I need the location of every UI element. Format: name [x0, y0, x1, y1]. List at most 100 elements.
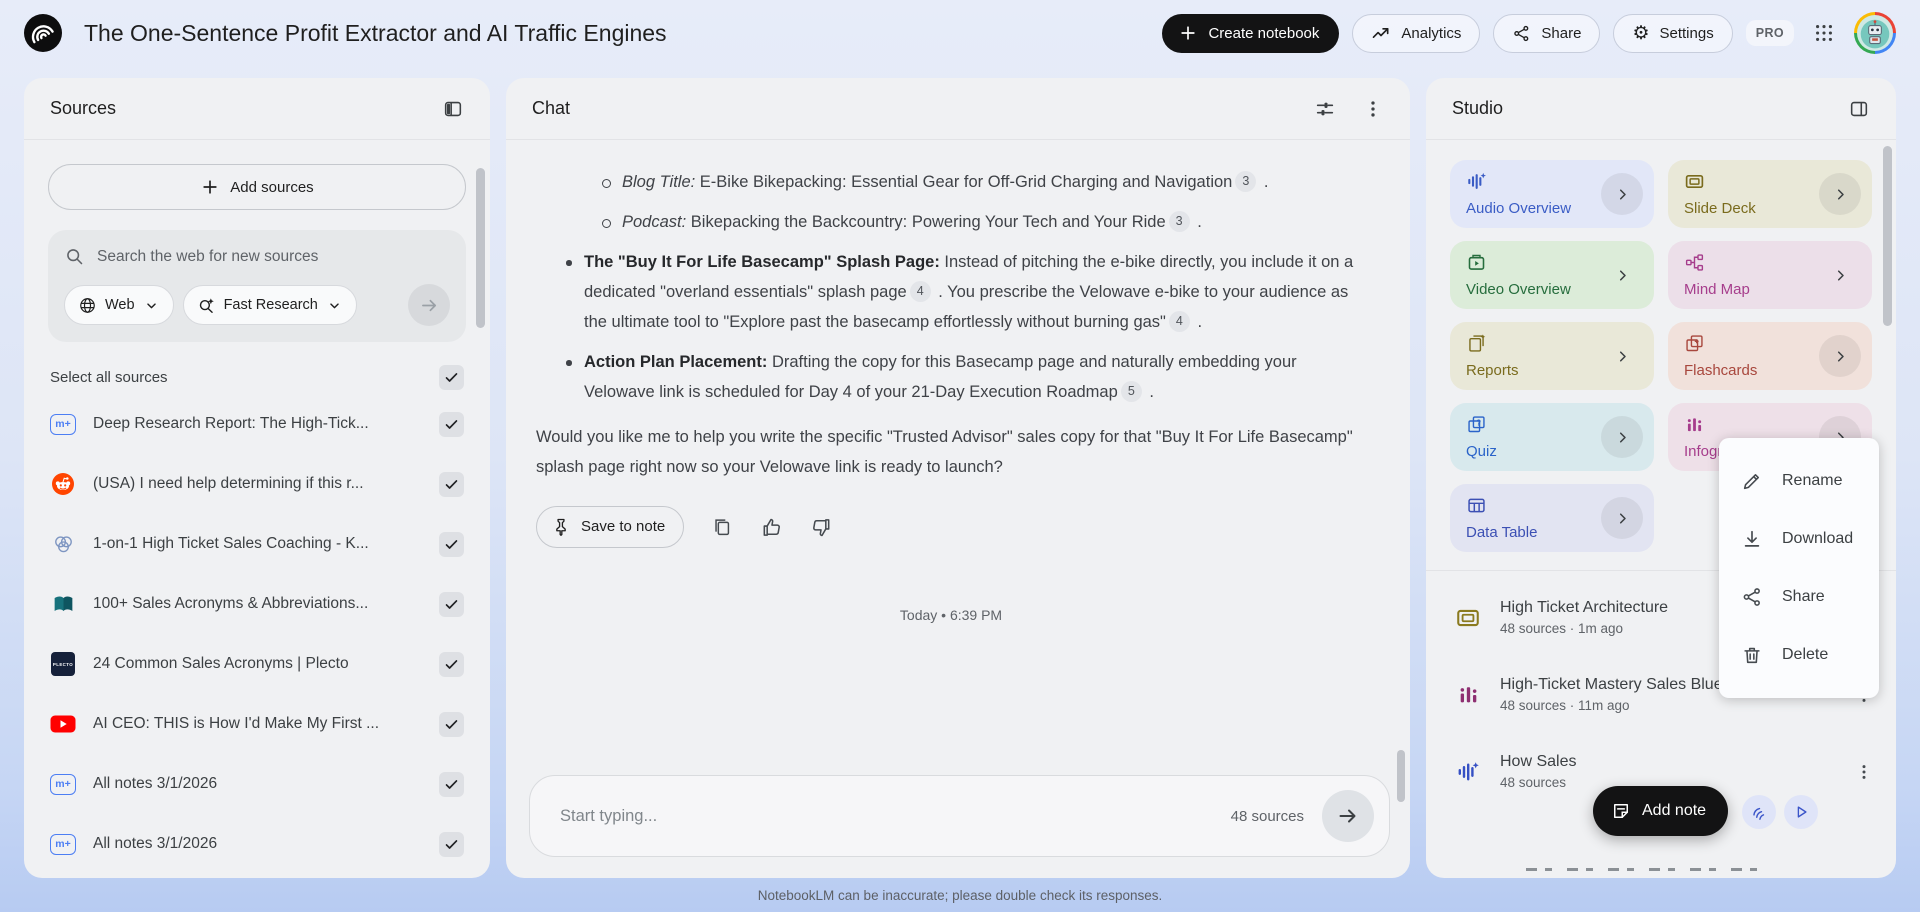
open-data-table-chevron[interactable]	[1601, 497, 1643, 539]
chat-send-button[interactable]	[1322, 790, 1374, 842]
source-checkbox[interactable]	[439, 472, 464, 497]
tile-slide-deck[interactable]: Slide Deck	[1668, 160, 1872, 228]
open-mind-map-chevron[interactable]	[1819, 254, 1861, 296]
tile-reports[interactable]: Reports	[1450, 322, 1654, 390]
save-to-note-label: Save to note	[581, 512, 665, 542]
menu-item-download[interactable]: Download	[1719, 510, 1879, 568]
chevron-right-icon	[1614, 267, 1631, 284]
citation-badge[interactable]: 3	[1235, 171, 1256, 192]
source-row[interactable]: 100+ Sales Acronyms & Abbreviations...	[24, 574, 490, 634]
pencil-icon	[1741, 470, 1763, 492]
source-row[interactable]: PLECTO 24 Common Sales Acronyms | Plecto	[24, 634, 490, 694]
chat-input[interactable]	[560, 807, 1231, 826]
play-audio-button[interactable]	[1784, 795, 1818, 829]
thumbs-down-button[interactable]	[810, 516, 833, 539]
create-notebook-button[interactable]: Create notebook	[1162, 14, 1339, 53]
chevron-right-icon	[1832, 348, 1849, 365]
source-checkbox[interactable]	[439, 592, 464, 617]
source-row[interactable]: m+ All notes 3/1/2026	[24, 754, 490, 814]
slide-deck-icon	[1684, 171, 1705, 192]
robot-avatar-icon	[1857, 15, 1893, 51]
open-video-overview-chevron[interactable]	[1601, 254, 1643, 296]
select-all-checkbox[interactable]	[439, 365, 464, 390]
thumbs-up-button[interactable]	[760, 516, 783, 539]
sources-scrollbar[interactable]	[476, 168, 485, 328]
check-icon	[443, 656, 460, 673]
apps-grid-button[interactable]	[1807, 16, 1841, 50]
source-row[interactable]: m+ All notes 3/1/2026	[24, 814, 490, 874]
tile-label: Audio Overview	[1466, 200, 1571, 217]
add-note-button[interactable]: Add note	[1593, 786, 1728, 836]
menu-item-delete[interactable]: Delete	[1719, 626, 1879, 684]
tile-label: Flashcards	[1684, 362, 1757, 379]
sparkle-search-icon	[197, 296, 216, 315]
source-checkbox[interactable]	[439, 532, 464, 557]
source-checkbox[interactable]	[439, 652, 464, 677]
save-to-note-button[interactable]: Save to note	[536, 506, 684, 548]
notebooklm-logo-icon[interactable]	[24, 14, 62, 52]
citation-badge[interactable]: 4	[1169, 311, 1190, 332]
app-header: The One-Sentence Profit Extractor and AI…	[0, 0, 1920, 66]
chat-panel-title: Chat	[532, 98, 570, 119]
audio-waveform-icon	[1454, 760, 1482, 784]
analytics-button[interactable]: Analytics	[1352, 14, 1480, 53]
open-reports-chevron[interactable]	[1601, 335, 1643, 377]
menu-item-share[interactable]: Share	[1719, 568, 1879, 626]
venn-diagram-icon	[50, 532, 76, 557]
chat-settings-icon[interactable]	[1314, 98, 1336, 120]
source-title: Deep Research Report: The High-Tick...	[93, 415, 422, 433]
artifact-more-menu[interactable]	[1850, 758, 1878, 786]
tile-quiz[interactable]: Quiz	[1450, 403, 1654, 471]
search-sources-input[interactable]	[97, 248, 450, 266]
collapse-studio-panel-icon[interactable]	[1848, 98, 1870, 120]
tile-video-overview[interactable]: Video Overview	[1450, 241, 1654, 309]
bullet-tail: .	[1145, 383, 1154, 401]
citation-badge[interactable]: 4	[910, 281, 931, 302]
source-row[interactable]: (USA) I need help determining if this r.…	[24, 454, 490, 514]
reports-icon	[1466, 333, 1487, 354]
share-icon	[1741, 586, 1763, 608]
source-row[interactable]: m+ Deep Research Report: The High-Tick..…	[24, 394, 490, 454]
citation-badge[interactable]: 5	[1121, 381, 1142, 402]
tile-mind-map[interactable]: Mind Map	[1668, 241, 1872, 309]
search-submit-button[interactable]	[408, 284, 450, 326]
copy-button[interactable]	[711, 516, 733, 538]
kebab-icon	[1854, 762, 1874, 782]
source-checkbox[interactable]	[439, 712, 464, 737]
source-checkbox[interactable]	[439, 772, 464, 797]
collapse-sources-panel-icon[interactable]	[442, 98, 464, 120]
pro-badge: PRO	[1746, 20, 1794, 46]
check-icon	[443, 716, 460, 733]
open-audio-overview-chevron[interactable]	[1601, 173, 1643, 215]
settings-button[interactable]: ⚙ Settings	[1613, 14, 1732, 53]
open-slide-deck-chevron[interactable]	[1819, 173, 1861, 215]
citation-badge[interactable]: 3	[1169, 211, 1190, 232]
source-checkbox[interactable]	[439, 412, 464, 437]
chat-more-menu-icon[interactable]	[1362, 98, 1384, 120]
tile-label: Data Table	[1466, 524, 1537, 541]
check-icon	[443, 596, 460, 613]
source-checkbox[interactable]	[439, 832, 464, 857]
fast-research-dropdown[interactable]: Fast Research	[183, 285, 357, 325]
notebook-title[interactable]: The One-Sentence Profit Extractor and AI…	[84, 20, 667, 47]
studio-scrollbar[interactable]	[1883, 146, 1892, 326]
notebook-note-icon: m+	[50, 414, 76, 435]
tile-audio-overview[interactable]: Audio Overview	[1450, 160, 1654, 228]
interactive-mode-button[interactable]	[1742, 795, 1776, 829]
source-row[interactable]: 1-on-1 High Ticket Sales Coaching - K...	[24, 514, 490, 574]
tile-data-table[interactable]: Data Table	[1450, 484, 1654, 552]
chevron-right-icon	[1614, 348, 1631, 365]
open-flashcards-chevron[interactable]	[1819, 335, 1861, 377]
arrow-right-icon	[1336, 804, 1360, 828]
add-sources-button[interactable]: Add sources	[48, 164, 466, 210]
tile-label: Slide Deck	[1684, 200, 1756, 217]
trash-icon	[1741, 644, 1763, 666]
web-source-type-dropdown[interactable]: Web	[64, 285, 174, 325]
source-row[interactable]: AI CEO: THIS is How I'd Make My First ..…	[24, 694, 490, 754]
tile-flashcards[interactable]: Flashcards	[1668, 322, 1872, 390]
menu-item-rename[interactable]: Rename	[1719, 452, 1879, 510]
chat-scrollbar[interactable]	[1397, 750, 1405, 802]
share-button[interactable]: Share	[1493, 14, 1600, 53]
avatar[interactable]	[1854, 12, 1896, 54]
open-quiz-chevron[interactable]	[1601, 416, 1643, 458]
